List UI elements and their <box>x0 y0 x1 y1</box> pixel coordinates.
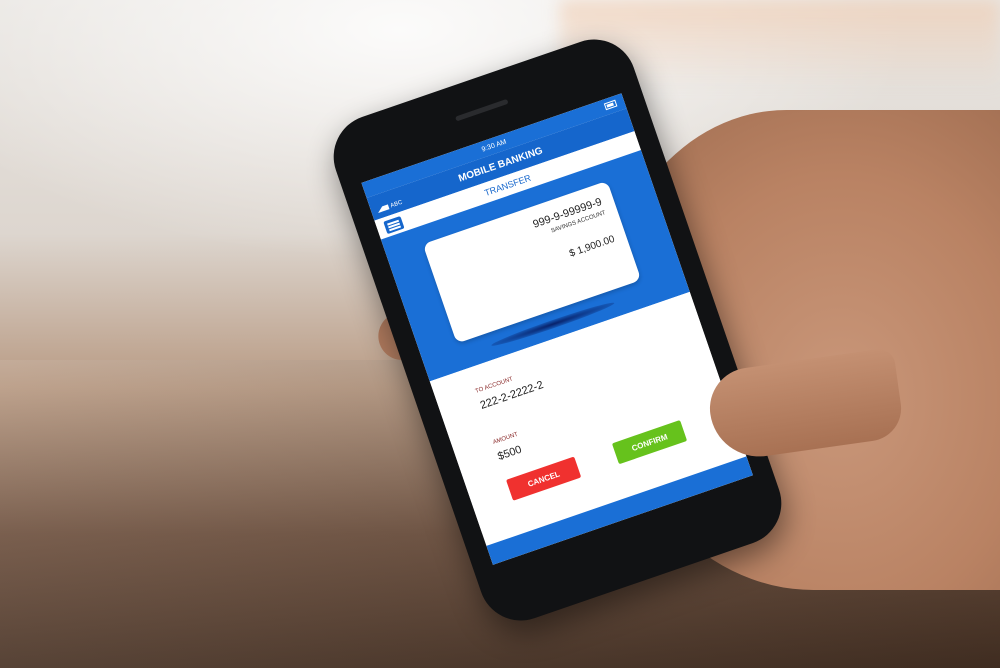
cancel-button[interactable]: CANCEL <box>506 456 582 501</box>
carrier-name: ABC <box>389 199 404 210</box>
from-account-balance: $ 1,900.00 <box>567 233 617 260</box>
confirm-button[interactable]: CONFIRM <box>611 420 688 465</box>
photo-scene: 9:30 AM ABC MOBILE BANKING TRANSFER 999-… <box>0 0 1000 668</box>
battery-icon <box>603 99 618 111</box>
amount-input[interactable]: $500 <box>496 444 523 463</box>
phone-speaker <box>454 98 509 122</box>
amount-label: AMOUNT <box>492 431 519 446</box>
signal-icon <box>374 199 390 214</box>
